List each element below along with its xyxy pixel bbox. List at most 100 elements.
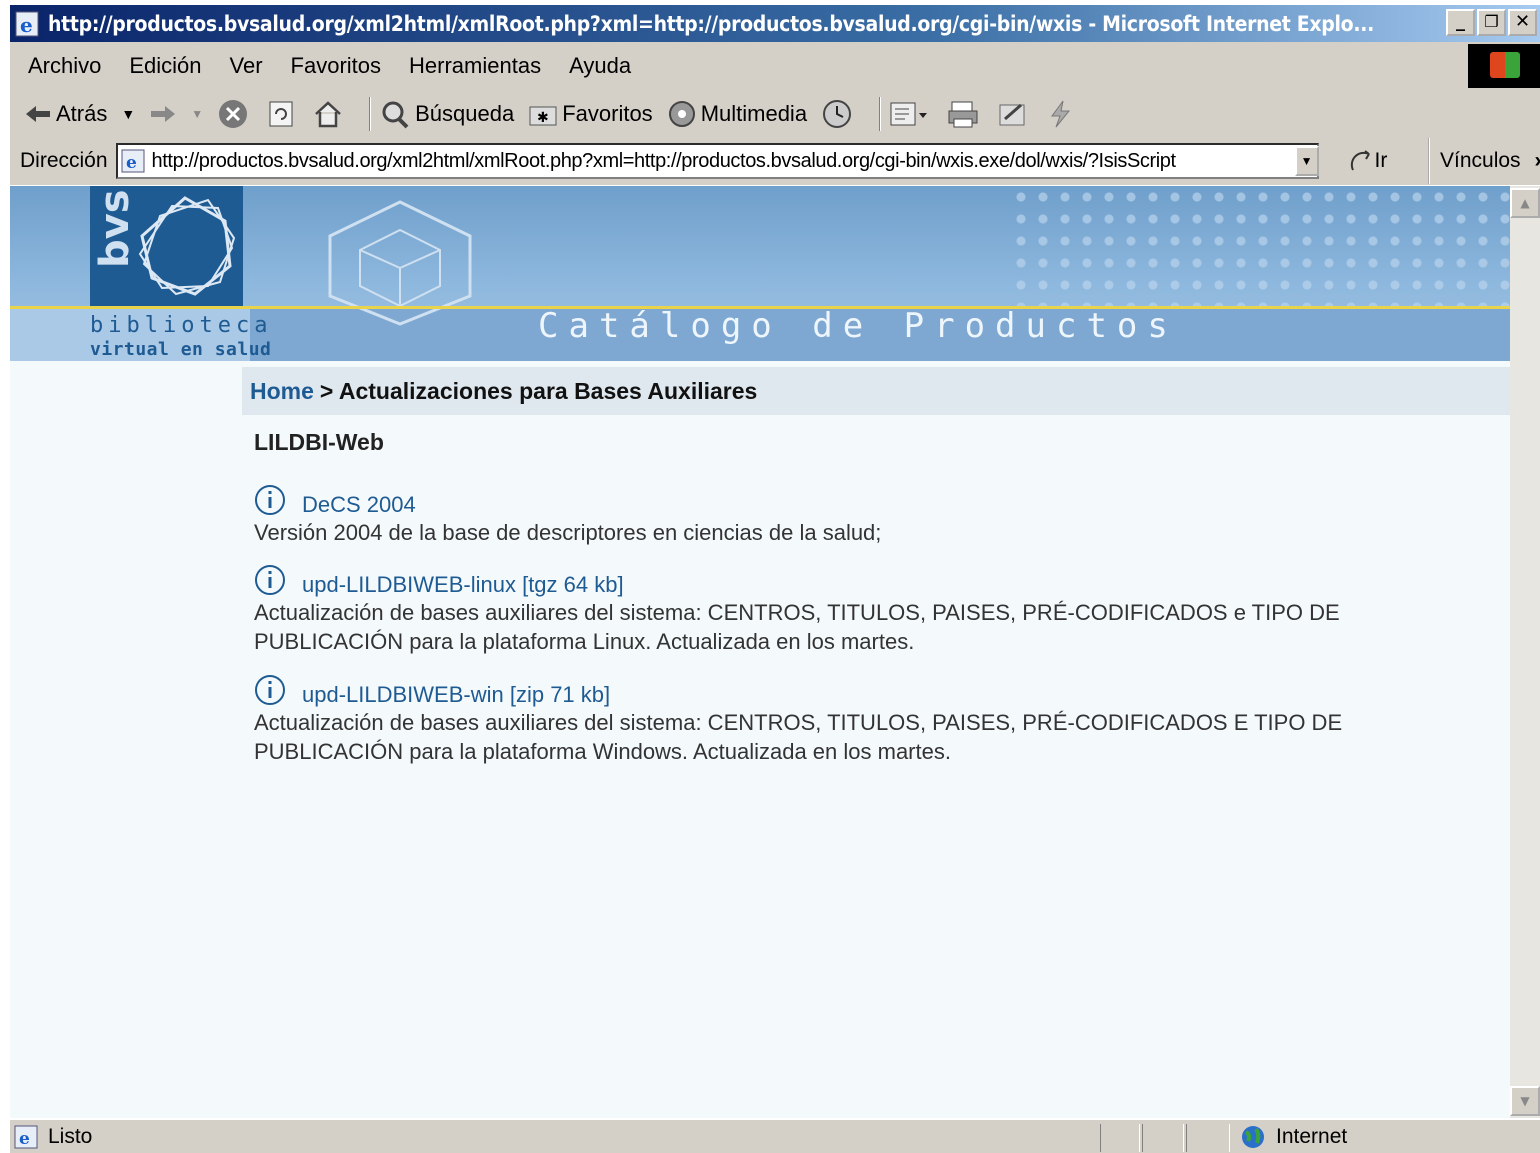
maximize-button[interactable]: ❐ [1477, 9, 1506, 36]
section-title: LILDBI-Web [254, 429, 384, 455]
multimedia-label: Multimedia [700, 101, 808, 126]
multimedia-icon [668, 101, 695, 127]
stop-icon [219, 100, 248, 128]
go-button[interactable]: Ir [1349, 148, 1388, 174]
library-line1: biblioteca [90, 313, 273, 338]
go-arrow-icon [1350, 150, 1370, 171]
security-zone[interactable]: Internet [1238, 1120, 1347, 1153]
address-bar: Dirección e http://productos.bvsalud.org… [10, 138, 1540, 184]
svg-text:e: e [20, 13, 33, 37]
home-button[interactable] [313, 100, 347, 128]
item-description: Actualización de bases auxiliares del si… [254, 600, 1340, 654]
windows-logo [1468, 44, 1540, 88]
item-link[interactable]: upd-LILDBIWEB-win [zip 71 kb] [302, 682, 610, 708]
address-dropdown-button[interactable]: ▼ [1294, 146, 1319, 176]
back-label: Atrás [56, 101, 108, 126]
close-button[interactable]: ✕ [1508, 9, 1537, 36]
menu-archivo[interactable]: Archivo [28, 53, 101, 79]
search-button[interactable]: Búsqueda [379, 99, 514, 129]
menu-edicion[interactable]: Edición [129, 53, 201, 79]
lightning-icon [1051, 100, 1071, 128]
edit-button[interactable] [997, 99, 1033, 129]
forward-button[interactable]: ▼ [149, 102, 203, 126]
page-status-icon: e [14, 1125, 38, 1149]
list-item: upd-LILDBIWEB-win [zip 71 kb] Actualizac… [254, 672, 1434, 766]
page-icon: e [121, 149, 145, 173]
favorites-icon: ✱ [529, 106, 557, 126]
edit-icon [999, 103, 1025, 126]
chevron-right-icon: » [1535, 149, 1540, 173]
history-button[interactable] [821, 98, 857, 130]
links-button[interactable]: Vínculos » [1428, 138, 1540, 184]
address-input[interactable]: e http://productos.bvsalud.org/xml2html/… [115, 143, 1319, 179]
logo-text: bvs [92, 189, 138, 268]
standard-toolbar: Atrás ▼ ▼ Búsqueda ✱ Favoritos Multimedi… [10, 92, 1470, 136]
forward-dropdown-icon[interactable]: ▼ [191, 107, 203, 121]
bvs-logo[interactable]: bvs [90, 186, 243, 308]
svg-text:e: e [19, 1129, 30, 1149]
list-item: upd-LILDBIWEB-linux [tgz 64 kb] Actualiz… [254, 562, 1434, 656]
mail-icon [890, 102, 928, 126]
windows-flag-icon [1490, 52, 1520, 78]
menu-favoritos[interactable]: Favoritos [291, 53, 381, 79]
messenger-button[interactable] [1047, 99, 1077, 129]
page-viewport: bvs biblioteca virtual en salud Catálogo… [10, 186, 1510, 1118]
window-titlebar[interactable]: e http://productos.bvsalud.org/xml2html/… [10, 5, 1540, 42]
breadcrumb: Home > Actualizaciones para Bases Auxili… [242, 367, 1510, 415]
catalog-title: Catálogo de Productos [538, 306, 1178, 346]
info-icon[interactable] [254, 674, 286, 706]
mail-button[interactable] [889, 99, 933, 129]
go-label: Ir [1374, 149, 1388, 172]
window-title: http://productos.bvsalud.org/xml2html/xm… [48, 11, 1374, 36]
info-icon[interactable] [254, 484, 286, 516]
zone-label: Internet [1276, 1124, 1348, 1148]
print-button[interactable] [947, 99, 983, 129]
status-segment [1186, 1124, 1230, 1152]
toolbar-separator [879, 97, 882, 131]
address-label: Dirección [20, 149, 108, 172]
menu-ver[interactable]: Ver [230, 53, 263, 79]
ie-icon: e [15, 11, 39, 37]
item-link[interactable]: DeCS 2004 [302, 492, 416, 518]
item-description: Versión 2004 de la base de descriptores … [254, 520, 882, 545]
menu-herramientas[interactable]: Herramientas [409, 53, 541, 79]
favorites-label: Favoritos [562, 101, 653, 126]
search-icon [382, 101, 409, 129]
links-label: Vínculos [1440, 149, 1521, 172]
refresh-button[interactable] [267, 99, 299, 129]
refresh-icon [269, 101, 293, 127]
item-description: Actualización de bases auxiliares del si… [254, 710, 1343, 764]
status-segment [1142, 1124, 1184, 1152]
status-text: Listo [48, 1124, 93, 1148]
scroll-down-button[interactable]: ▼ [1510, 1086, 1540, 1116]
bvs-logo-icon: bvs [92, 189, 236, 296]
history-icon [823, 100, 852, 128]
search-label: Búsqueda [415, 101, 515, 126]
banner-dot-pattern [1010, 186, 1510, 306]
toolbar-separator [369, 97, 372, 131]
page-content: LILDBI-Web DeCS 2004 Versión 2004 de la … [254, 426, 1454, 764]
info-icon[interactable] [254, 564, 286, 596]
breadcrumb-current: > Actualizaciones para Bases Auxiliares [319, 377, 758, 404]
status-bar: e Listo Internet [10, 1120, 1540, 1153]
site-banner: bvs biblioteca virtual en salud Catálogo… [10, 186, 1510, 361]
printer-icon [948, 101, 978, 128]
address-url: http://productos.bvsalud.org/xml2html/xm… [151, 149, 1177, 172]
minimize-button[interactable]: _ [1446, 9, 1475, 36]
scroll-up-button[interactable]: ▲ [1510, 188, 1540, 218]
item-link[interactable]: upd-LILDBIWEB-linux [tgz 64 kb] [302, 572, 624, 598]
vertical-scrollbar[interactable]: ▲ ▼ [1510, 186, 1540, 1118]
back-button[interactable]: Atrás ▼ [24, 101, 135, 127]
stop-button[interactable] [217, 98, 253, 130]
home-icon [315, 101, 341, 128]
multimedia-button[interactable]: Multimedia [667, 99, 807, 129]
back-dropdown-icon[interactable]: ▼ [121, 106, 135, 122]
forward-arrow-icon [151, 106, 176, 122]
svg-text:✱: ✱ [537, 109, 549, 125]
breadcrumb-home-link[interactable]: Home [250, 378, 314, 405]
globe-icon [1242, 1125, 1264, 1148]
menu-ayuda[interactable]: Ayuda [569, 53, 631, 79]
menu-bar: Archivo Edición Ver Favoritos Herramient… [10, 44, 1470, 88]
favorites-button[interactable]: ✱ Favoritos [528, 101, 653, 127]
svg-text:e: e [126, 153, 137, 173]
